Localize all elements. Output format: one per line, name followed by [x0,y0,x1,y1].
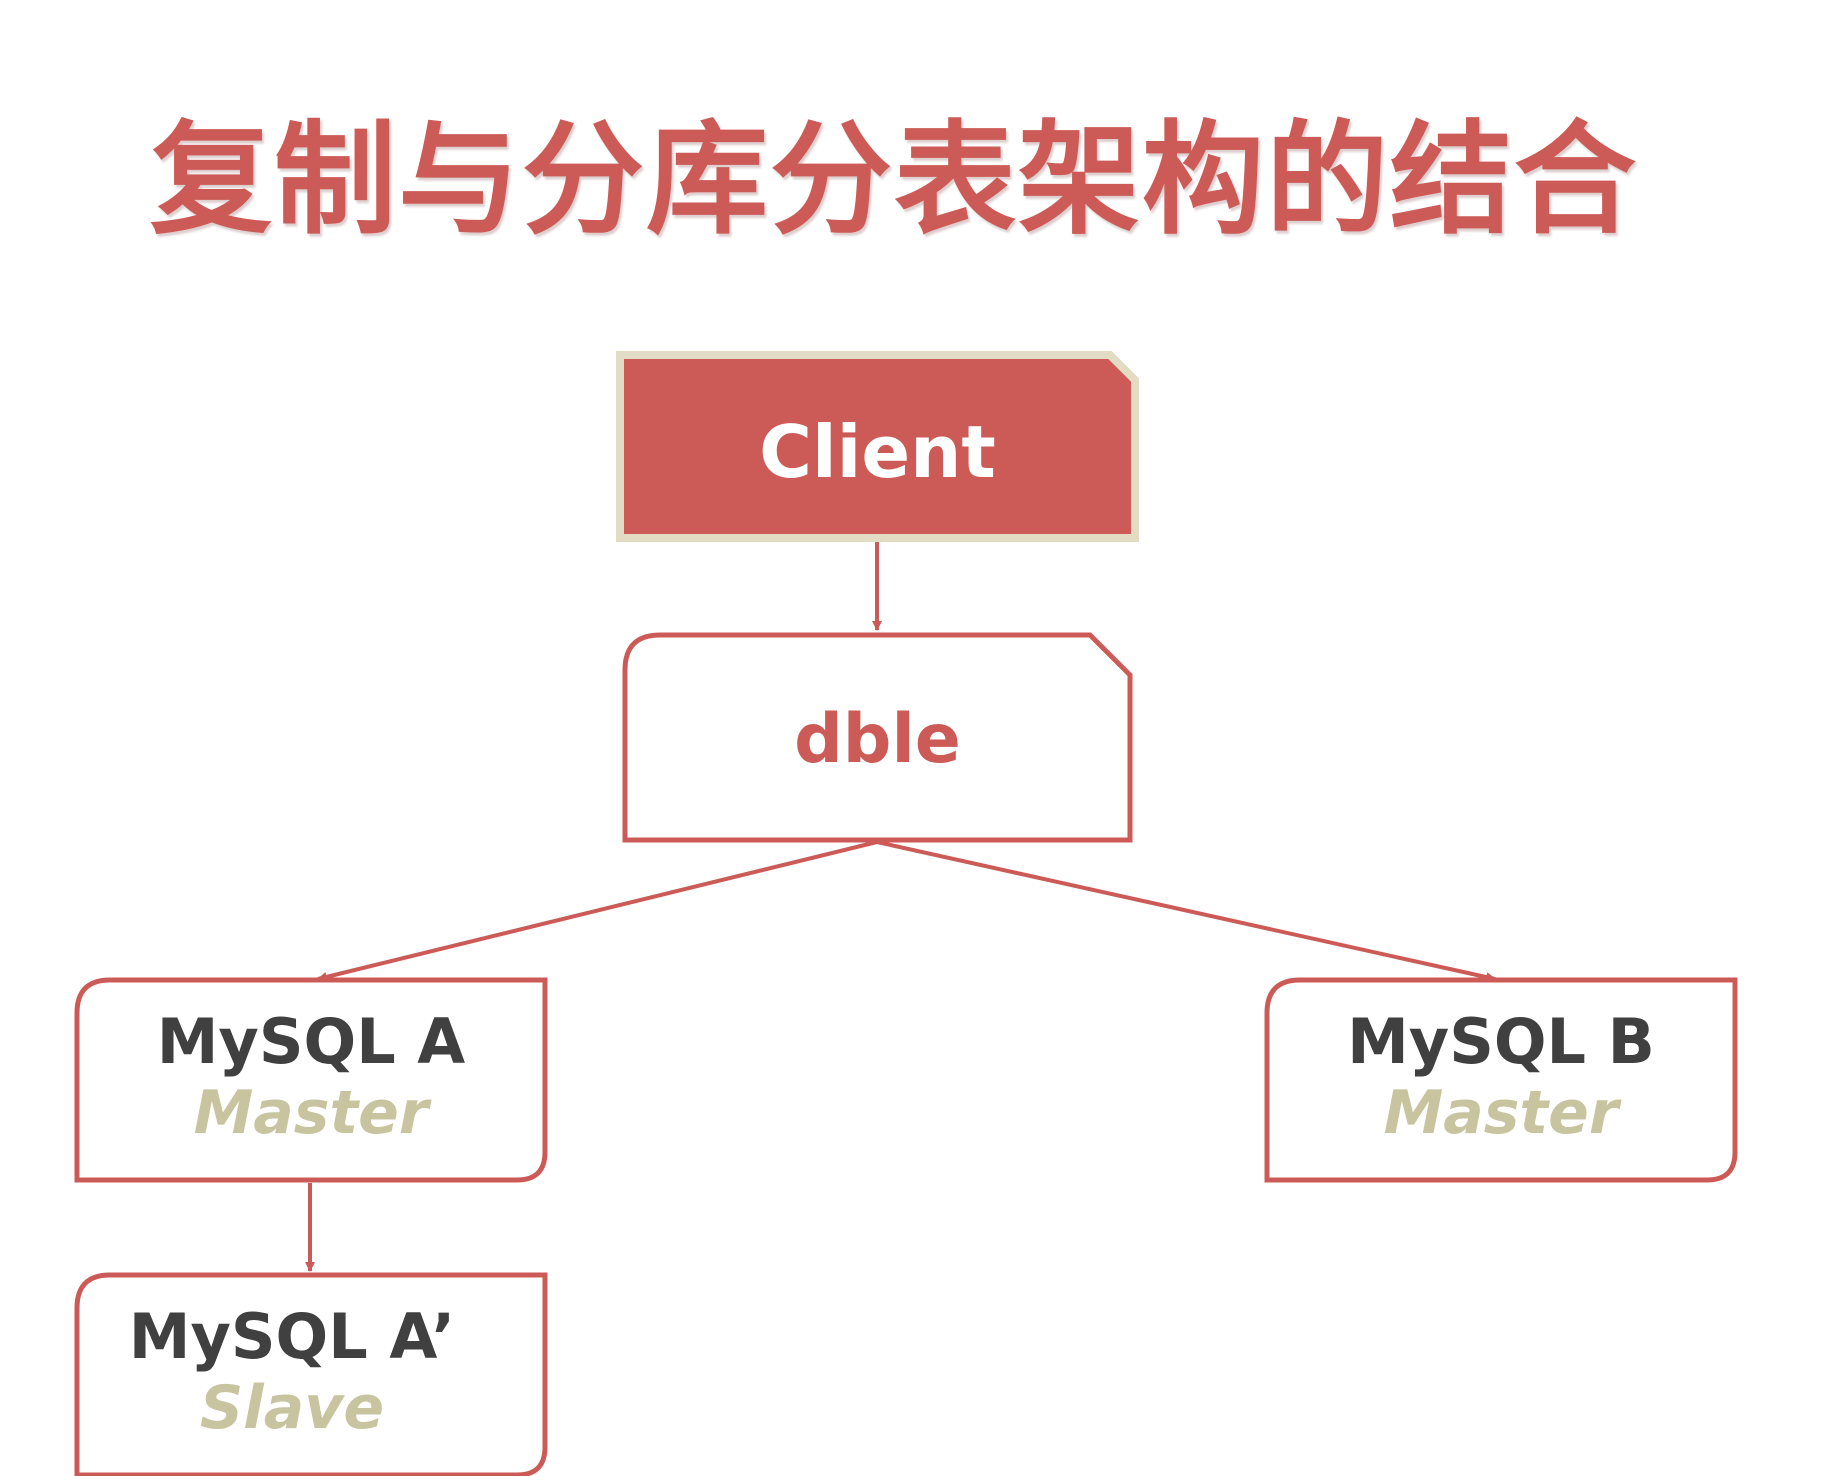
client-label: Client [620,412,1135,492]
mysql-a-label: MySQL A Master [77,1007,545,1149]
dble-label: dble [625,700,1130,780]
arrow-dble-to-mysql-b [876,840,1496,982]
mysql-a-slave-label: MySQL A’ Slave [77,1302,507,1444]
mysql-b-role: Master [1383,1078,1619,1148]
mysql-a-slave-role: Slave [199,1373,385,1443]
mysql-a-role: Master [193,1078,429,1148]
mysql-a-slave-name: MySQL A’ [128,1300,456,1373]
client-name: Client [759,410,996,494]
dble-name: dble [794,700,961,779]
mysql-a-name: MySQL A [156,1005,466,1078]
mysql-b-label: MySQL B Master [1267,1007,1735,1149]
mysql-b-name: MySQL B [1347,1005,1655,1078]
arrow-dble-to-mysql-a [317,840,878,982]
